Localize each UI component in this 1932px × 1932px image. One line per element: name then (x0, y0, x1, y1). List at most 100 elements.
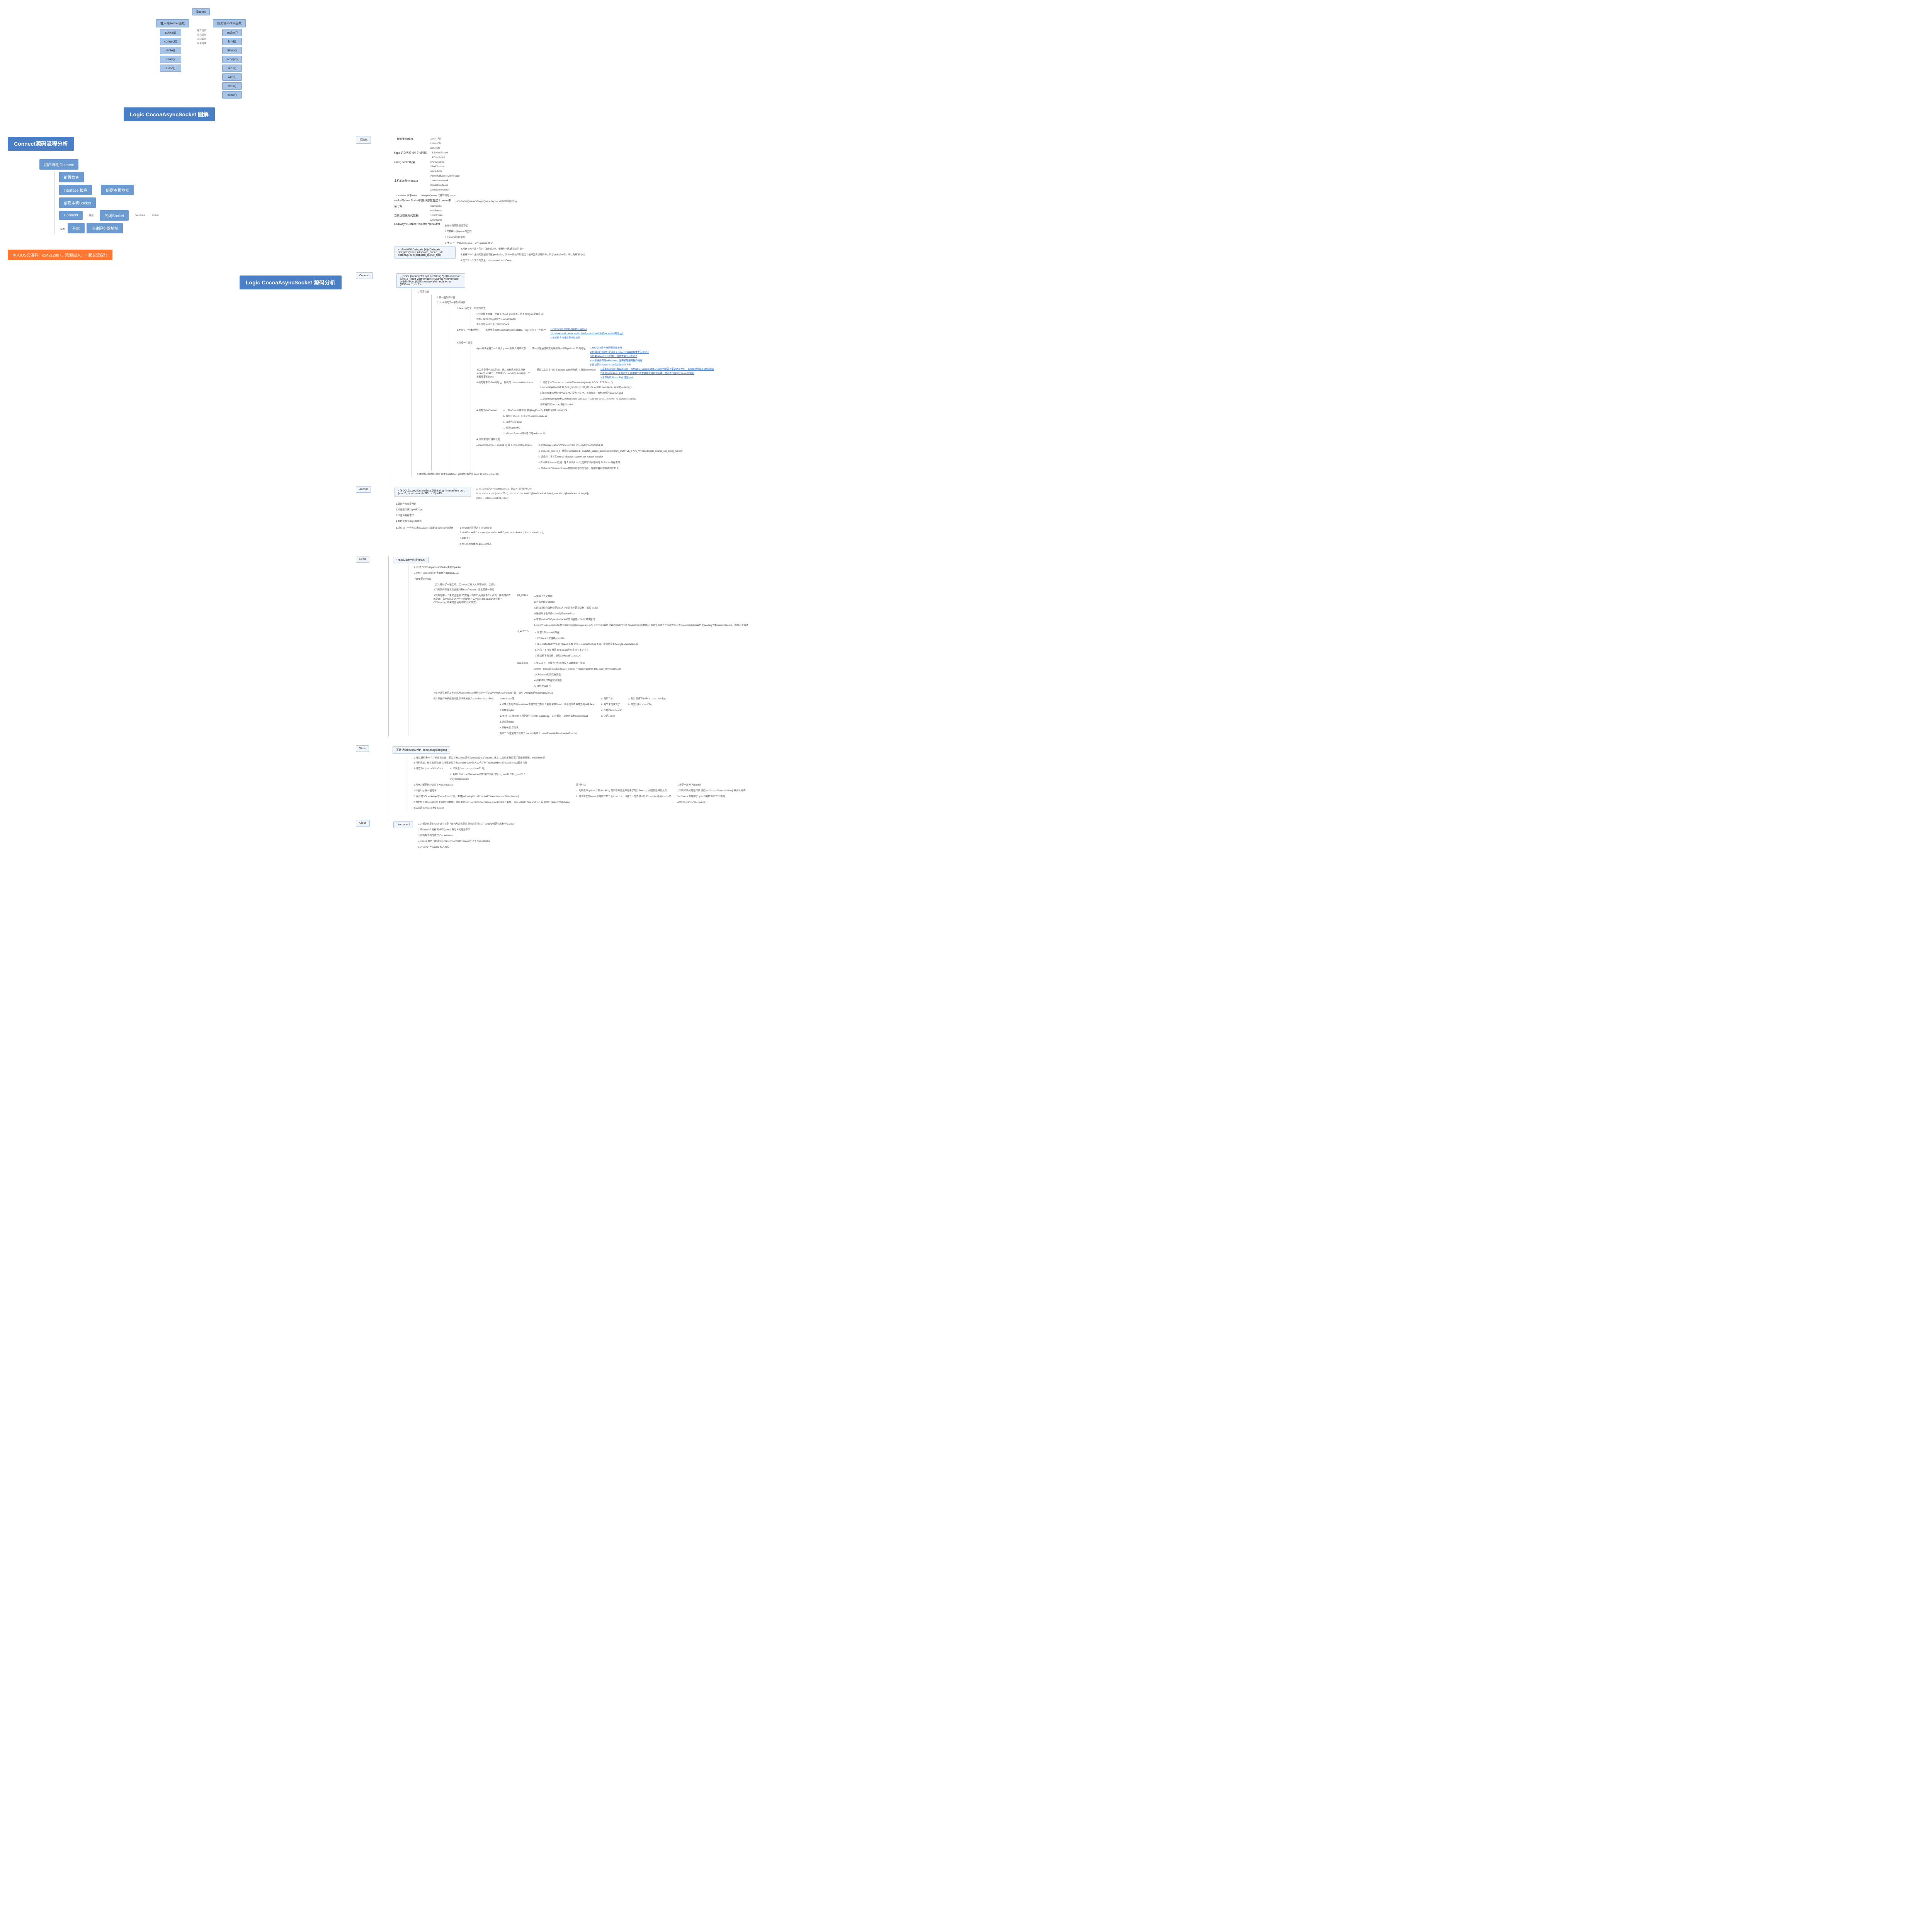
s-read2: read() (222, 82, 242, 90)
cl3: 4.clear调用关 改判数的didDisconnectWithTimeout在… (417, 838, 516, 844)
s-listen: listen() (222, 47, 242, 54)
wm31: a. 判断kSSecureSDequeued然后接下来执行是ssl_startT… (449, 772, 527, 777)
pi3s: 4.然后是国民sockFDBytesAvailable、flags进行了一些处理 (484, 327, 547, 332)
socket-root: Socket (192, 8, 210, 15)
s4b1[interactable]: 2.根据preferIPv6 来判断优先哪用哪个或者俩都支持就做选择，至此真所得… (600, 371, 714, 375)
c-close: close() (160, 65, 181, 72)
mid-labels: 建立连接 请求数据 回应数据 结束连接 (197, 29, 206, 45)
rf3: d. 还是socket (600, 713, 624, 718)
kconnected: kConnected (431, 156, 450, 160)
pi0: 1.做一些列的检查 (435, 295, 457, 300)
wm30: 4. 如果是[self cr maybeStartTLS]; (449, 766, 527, 771)
s4ct: 4.调用是事实IPv4的地址，就调用connectWithAddress4: (475, 380, 536, 385)
cf-sock: socket (150, 214, 160, 218)
s4f4: e. 开始sock的timeoutSource就控制何时的定时器，有定时器就触发… (537, 466, 684, 471)
rc1: b. CFStream 数据给prebuffer (533, 636, 640, 641)
rend1: b. 条完所TricknontifTag (627, 702, 668, 707)
pbn2: 2.在socket初始化时 (443, 235, 495, 240)
pi3s21[interactable]: 2.localsockaddr_in sockaddr（本机sockaddr4和… (550, 332, 624, 335)
preferipv6: kPreferIPv6 (428, 170, 461, 173)
s4d4: 2. kReadsPaused可以看作是setPageUP (502, 431, 568, 436)
rdi6: 判断TLS 这里写了就写了 sockets判断dcurrentRead didR… (498, 731, 597, 736)
rf0: a. 判断TLS (600, 696, 624, 701)
main-title: Logic CocoaAsyncSocket 源码分析 (240, 276, 342, 289)
s4a3[interactable]: 4.一顿操作得到addresses，里面装是服务器的地址 (590, 359, 649, 362)
wd1: 1.检查flags做一些记录 (412, 788, 571, 793)
init-socktypes: 三种类型socket (394, 137, 425, 141)
cf-2: interface 检查 (59, 185, 92, 195)
curwrite: currentWrite (428, 218, 444, 222)
wl0: 1.去是一部分下面ariten (676, 782, 747, 787)
pi3s20[interactable]: 1.interface就是本机器IP地址端口url (550, 327, 624, 331)
s4d0: a. 一顿aEnable操作,就根据flag和config来判断是否Enable… (502, 408, 568, 413)
rc4: e. 最后的下面传递，调用justReadPacket大小 (533, 653, 640, 658)
rc3: d. 消化了下内存 就是 CFStream利用是读了多少字节 (533, 647, 640, 652)
pi2s2: 3.执行Queue的是还setInterface (475, 321, 510, 327)
s4a1[interactable]: 2.把指向的数据包中放在了res0这个addrinfo类型的指针中 (590, 350, 649, 354)
cf-0: 用户调用Connect (39, 159, 78, 170)
cf-success: 成功 (58, 226, 66, 231)
connect-flow-title: Connect源码流程分析 (8, 137, 74, 151)
ai4: 5.读取到了一些音买来doAccept到底的正connectFD处理 (394, 525, 455, 530)
rt5: f.currentRead与preBuffer做比较lcompletecompl… (533, 622, 750, 628)
da2: 3.拿到了fd (458, 536, 545, 541)
s4as: 第一步是通过家族对象获得ipv6和ipv4sockFD的地址 (531, 346, 587, 351)
s-accept: accept() (222, 56, 242, 63)
rf1: b. 判下来是读到了 (600, 702, 624, 707)
rp2: 下面便是doRead (412, 576, 750, 581)
s4a0[interactable]: 1.hostCStr是传来的服务器地址 (590, 346, 649, 349)
s4b0[interactable]: 1.拿到address4和address6，根据isIPv4Disabled等标… (600, 367, 714, 371)
ksocketstarted: kSocketStarted (431, 151, 450, 155)
cf-6: 关闭Socket (100, 210, 129, 221)
re4: 5. 读取完成操作 (533, 684, 623, 689)
rwsource: 读写源 (394, 204, 425, 208)
section-connect: Connect (356, 272, 373, 279)
rdi4: 3.到时是bytes (498, 719, 597, 724)
init-localaddr: 本机的地址 NSData (394, 179, 425, 183)
s4a4[interactable]: 5.最后是到的addresses数组继续传下去 (590, 363, 649, 366)
c-write: write() (160, 47, 181, 54)
rs2: 2.判断是否正在读数据把持和readPaused。意思是说一系连 (432, 587, 496, 592)
cf-fail: 失败 (87, 213, 95, 218)
s4a2[interactable]: 3.如果getaddrinfo返回0，说明请求host成功了 (590, 354, 649, 358)
currw: 当前正在读写的数据 (394, 214, 425, 218)
s4at: 4.pre方法创建了一个异步queue,及异步网络状态 (475, 346, 527, 351)
stateindex: stateIndex 状态index (394, 193, 419, 198)
rdi5: a.根据长度 然后读 (498, 725, 597, 730)
pi2t: 1. block执行了一系列的检查 (455, 306, 487, 311)
pi4t: 4.完成一个链接 (455, 340, 474, 345)
rt2: c.返回读取的数据但是size大小还说第子是读数据，赋给 theErr (533, 605, 750, 610)
s4d1: b. 得到了socketFD 得来connectToAddress (502, 413, 568, 418)
s4f3: 4.开始去读timeout数据 - 这个标识位flag就是读写和状态的几个kSo… (537, 460, 684, 465)
init-config: config socket配置 (394, 160, 425, 164)
re3: 4.如果读就打数据赋给读数 (533, 678, 623, 683)
cl2: 3.判断到了判是做式kSocketstarte (417, 833, 516, 838)
rd5: 5.对数据作分析处理后延数继续分发,PacketTerminatorBool (432, 696, 495, 701)
curread: currentRead (428, 214, 444, 218)
rp0: 1. 创建了GCDAsyncReadPacket类型的packet (412, 565, 750, 570)
client-header: 客户端socket函数 (156, 19, 189, 27)
socket6fd: socket6FD (428, 142, 442, 146)
imn2: 6.定义了一个文件的变量：alternateAddressDelay (459, 258, 587, 263)
re1: 2.调用了socket的read方法ssize_t result = read(… (533, 666, 623, 671)
s4cs2: 1.setsockopt(socketFD, SOL_SOCKET, SO_RE… (539, 386, 637, 389)
server-col: socket() bind() listen() accept() read()… (222, 29, 242, 99)
server-header: 服务端socket函数 (213, 19, 246, 27)
allowhalf: kAllowHalfDuplexConnection (428, 174, 461, 178)
pi3s22[interactable]: 3.如果两个地址都是nil就返回 (550, 336, 624, 339)
prebuf: GCDAsyncSocketPreBuffer *preBuffer (394, 223, 440, 226)
section-close: Close (356, 820, 370, 827)
s4b2[interactable]: 3.手下判断 PreferIPv6 还是ipv4 (600, 376, 714, 379)
socket4fd: socket4FD (428, 137, 442, 141)
re2: 3.CFStream的读数据装载 (533, 672, 623, 677)
qq-banner: 本人iOS交流群：624212887，欢迎加入，一起交流探讨 (8, 250, 112, 260)
s-close: close() (222, 91, 242, 99)
section-write: Write (356, 745, 369, 752)
ci6: connectInterface6 (428, 184, 452, 187)
ws0: 1. 在这进行去一个打标图识检查，是否为凑socket,是否为socketDat… (412, 755, 546, 760)
cf-cloud: cloudflare (133, 214, 146, 218)
cf-8: 创建服务器地址 (87, 223, 123, 233)
pbn0: 全局公用的提前缓冲区 (443, 223, 495, 228)
s4cs3: 1.如果有本机地址则才去处理，没有不处理。不贴绑定了本机地址的端口ipv4,ip… (539, 390, 637, 395)
section-accept: Accept (356, 486, 371, 493)
